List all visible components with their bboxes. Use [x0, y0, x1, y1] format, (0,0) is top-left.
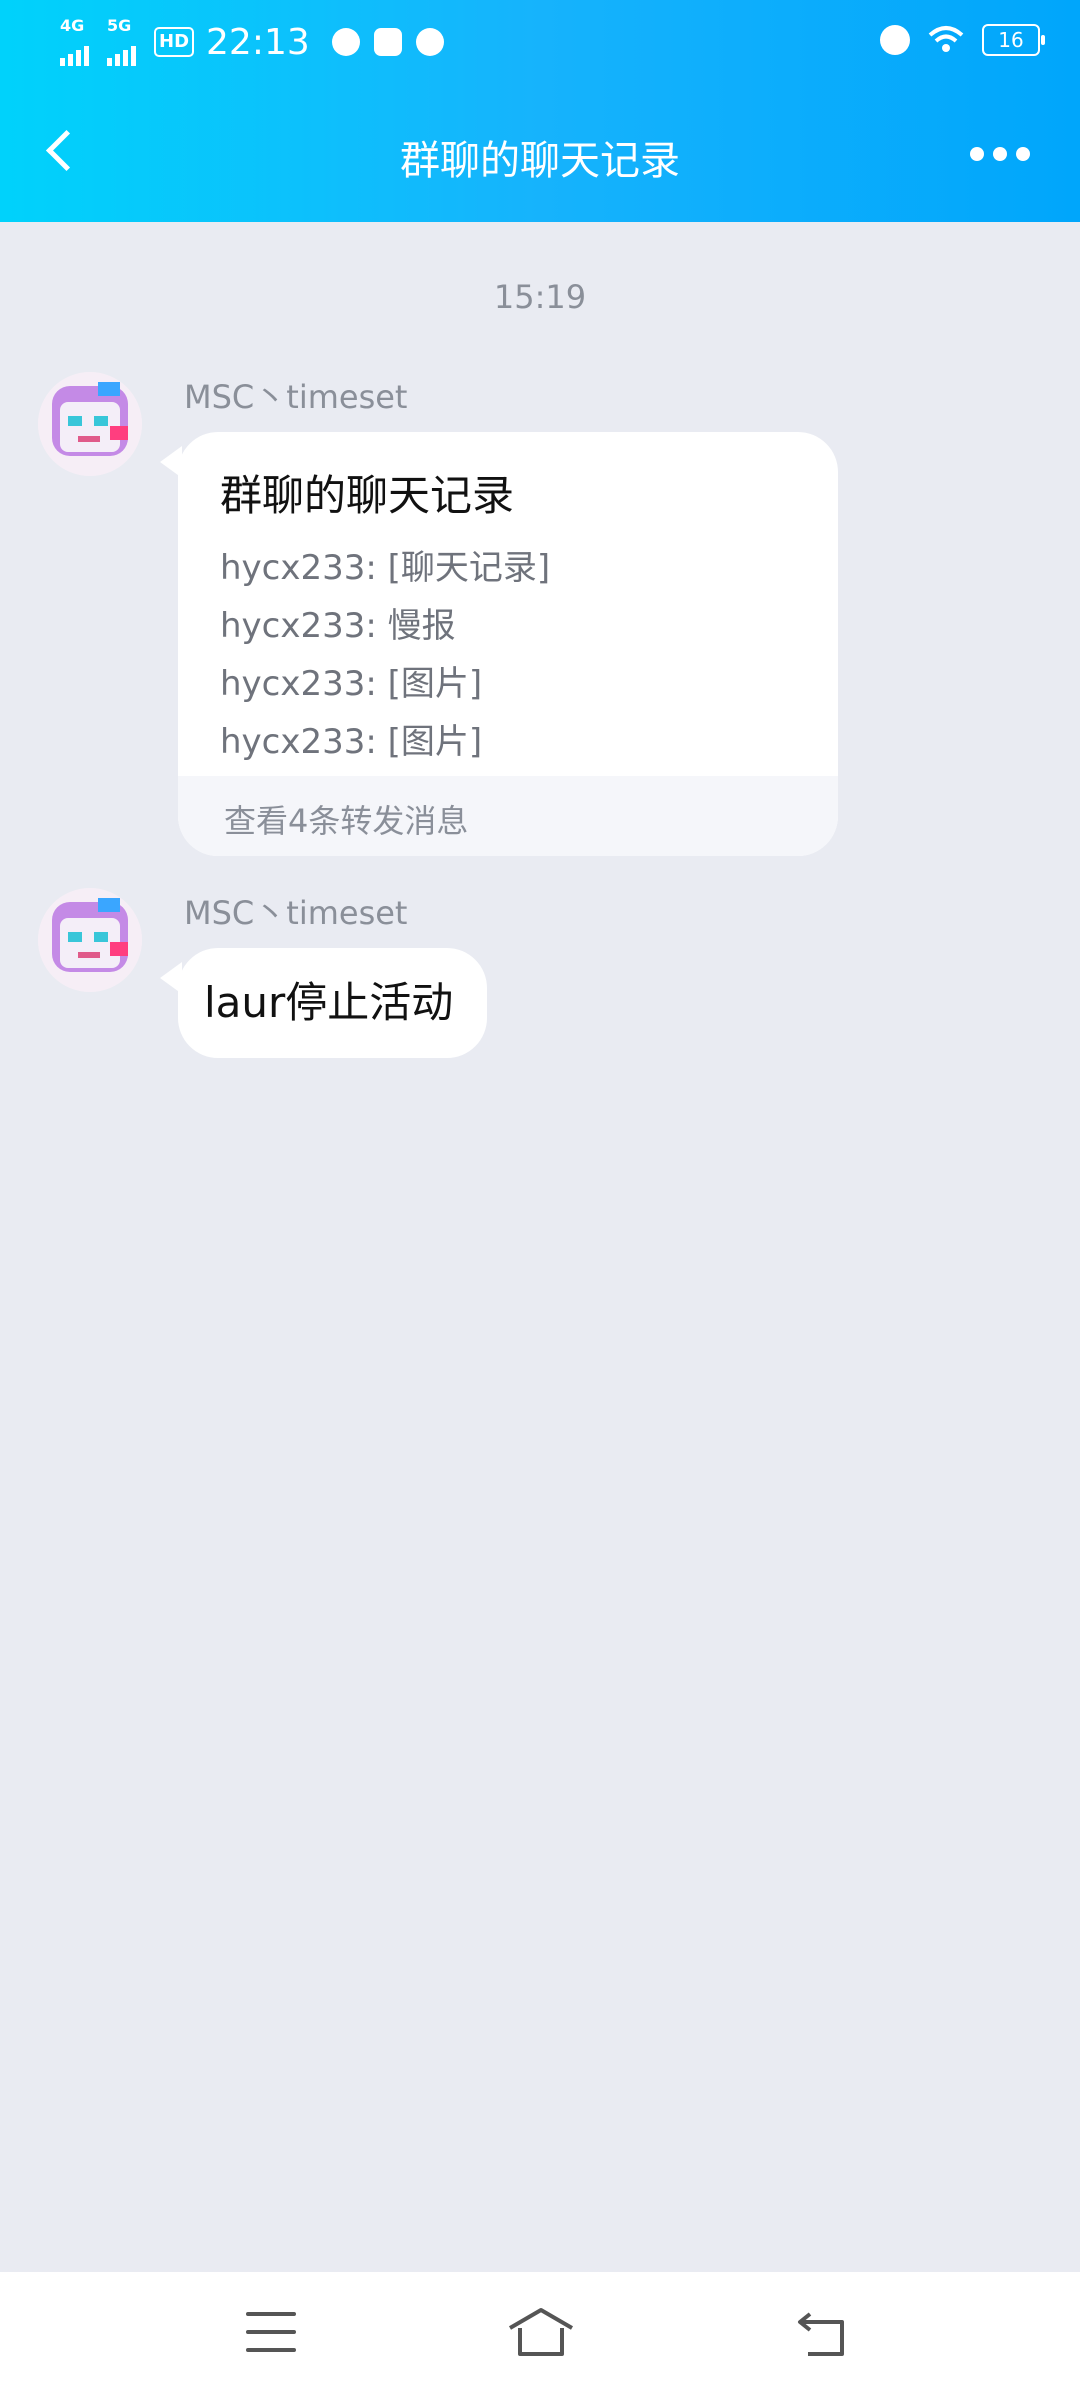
avatar-image — [38, 372, 142, 476]
avatar-image — [38, 888, 142, 992]
back-button[interactable] — [34, 114, 94, 184]
view-forwarded-label: 查看4条转发消息 — [224, 802, 469, 840]
battery-icon: 16 — [982, 24, 1045, 56]
system-nav-bar — [0, 2272, 1080, 2400]
forwarded-record-card[interactable]: 群聊的聊天记录 hycx233: [聊天记录] hycx233: 慢报 hycx… — [178, 432, 838, 856]
app-header: 4G 5G HD 22:13 16 群聊的聊天记录 — [0, 0, 1080, 222]
home-icon[interactable] — [506, 2306, 576, 2360]
more-button[interactable] — [960, 134, 1040, 174]
card-title: 群聊的聊天记录 — [220, 471, 515, 520]
message-bubble[interactable]: laur停止活动 — [178, 948, 488, 1058]
avatar[interactable] — [38, 888, 142, 992]
alarm-clock-icon — [880, 25, 910, 55]
status-left: 4G 5G HD 22:13 — [60, 16, 444, 66]
network-type-1: 4G — [60, 16, 85, 35]
record-line: hycx233: [图片] — [220, 722, 483, 762]
sender-name: MSC丶timeset — [184, 378, 408, 416]
notification-icon — [331, 28, 360, 56]
more-dots-icon — [970, 147, 984, 161]
record-line: hycx233: [聊天记录] — [220, 548, 551, 588]
signal-5g-icon: 5G — [107, 16, 136, 66]
wifi-icon — [928, 26, 964, 52]
message-timestamp: 15:19 — [493, 278, 587, 316]
signal-4g-icon: 4G — [60, 16, 89, 66]
mail-icon — [373, 28, 402, 56]
status-bar: 4G 5G HD 22:13 16 — [0, 0, 1080, 84]
record-line: hycx233: 慢报 — [220, 606, 456, 646]
nav-bar: 群聊的聊天记录 — [0, 84, 1080, 222]
card-footer[interactable]: 查看4条转发消息 — [178, 776, 838, 856]
network-type-2: 5G — [107, 16, 132, 35]
sender-name: MSC丶timeset — [184, 894, 408, 932]
record-line: hycx233: [图片] — [220, 664, 483, 704]
status-right: 16 — [874, 24, 1045, 56]
status-time: 22:13 — [206, 21, 310, 63]
menu-icon[interactable] — [246, 2312, 296, 2354]
avatar[interactable] — [38, 372, 142, 476]
page-title: 群聊的聊天记录 — [400, 138, 680, 184]
return-icon[interactable] — [796, 2310, 852, 2360]
alarm-icon — [415, 28, 444, 56]
hd-voice-icon: HD — [154, 27, 195, 57]
